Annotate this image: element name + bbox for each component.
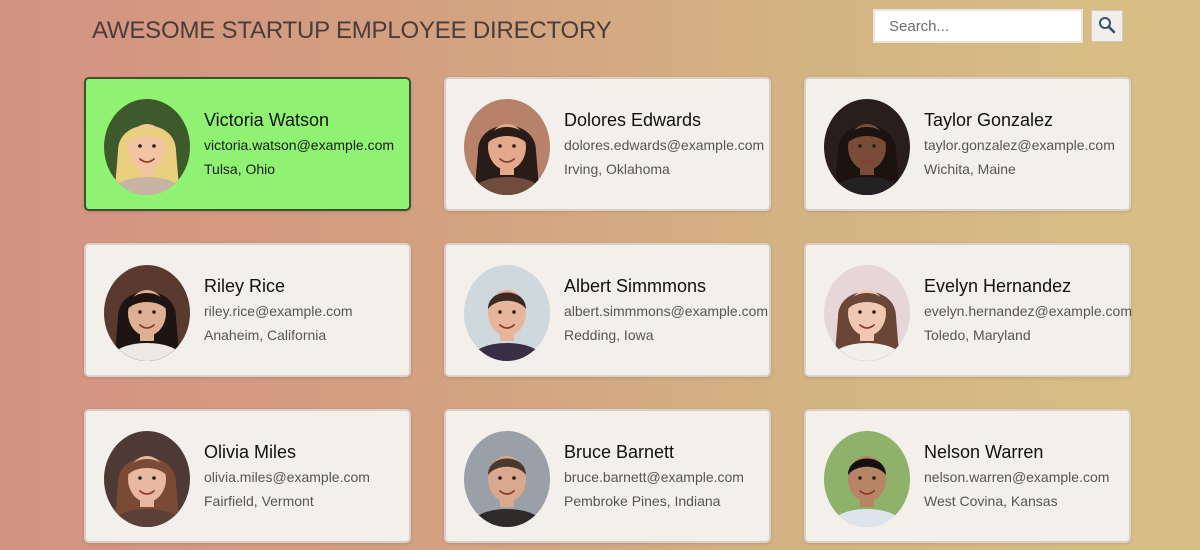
employee-name: Albert Simmmons	[564, 276, 707, 296]
employee-info: Dolores Edwards dolores.edwards@example.…	[564, 109, 765, 178]
employee-card[interactable]: Olivia Miles olivia.miles@example.com Fa…	[84, 409, 411, 543]
employee-name: Evelyn Hernandez	[924, 276, 1072, 296]
employee-info: Bruce Barnett bruce.barnett@example.com …	[564, 441, 765, 510]
employee-email: dolores.edwards@example.com	[564, 137, 765, 153]
employee-card[interactable]: Albert Simmmons albert.simmmons@example.…	[444, 243, 771, 377]
avatar	[104, 431, 190, 527]
employee-card[interactable]: Evelyn Hernandez evelyn.hernandez@exampl…	[804, 243, 1132, 377]
employee-email: evelyn.hernandez@example.com	[924, 303, 1132, 319]
avatar	[824, 431, 910, 527]
employee-location: West Covina, Kansas	[924, 493, 1058, 509]
employee-location: Pembroke Pines, Indiana	[564, 493, 721, 509]
avatar	[824, 265, 910, 361]
employee-card[interactable]: Dolores Edwards dolores.edwards@example.…	[444, 77, 771, 211]
search-button[interactable]	[1091, 10, 1123, 42]
employee-card[interactable]: Taylor Gonzalez taylor.gonzalez@example.…	[804, 77, 1131, 211]
employee-email: albert.simmmons@example.com	[564, 303, 769, 319]
search-input[interactable]	[873, 9, 1083, 43]
employee-location: Fairfield, Vermont	[204, 493, 314, 509]
employee-info: Olivia Miles olivia.miles@example.com Fa…	[204, 441, 405, 510]
employee-card[interactable]: Riley Rice riley.rice@example.com Anahei…	[84, 243, 411, 377]
employee-name: Nelson Warren	[924, 442, 1044, 462]
employee-email: bruce.barnett@example.com	[564, 469, 744, 485]
avatar	[464, 431, 550, 527]
employee-info: Riley Rice riley.rice@example.com Anahei…	[204, 275, 405, 344]
employee-location: Irving, Oklahoma	[564, 161, 670, 177]
employee-email: nelson.warren@example.com	[924, 469, 1110, 485]
employee-info: Evelyn Hernandez evelyn.hernandez@exampl…	[924, 275, 1132, 344]
employee-name: Olivia Miles	[204, 442, 297, 462]
employee-email: victoria.watson@example.com	[204, 137, 395, 153]
employee-name: Dolores Edwards	[564, 110, 702, 130]
employee-name: Riley Rice	[204, 276, 286, 296]
employee-grid: Victoria Watson victoria.watson@example.…	[84, 77, 1132, 543]
avatar	[104, 99, 190, 195]
employee-email: taylor.gonzalez@example.com	[924, 137, 1115, 153]
employee-location: Toledo, Maryland	[924, 327, 1031, 343]
search-bar	[873, 9, 1123, 43]
employee-card[interactable]: Bruce Barnett bruce.barnett@example.com …	[444, 409, 771, 543]
employee-location: Anaheim, California	[204, 327, 327, 343]
employee-location: Tulsa, Ohio	[204, 161, 276, 177]
employee-name: Taylor Gonzalez	[924, 110, 1054, 130]
page-title: AWESOME STARTUP EMPLOYEE DIRECTORY	[92, 17, 612, 44]
employee-card[interactable]: Victoria Watson victoria.watson@example.…	[84, 77, 411, 211]
employee-email: olivia.miles@example.com	[204, 469, 370, 485]
employee-email: riley.rice@example.com	[204, 303, 353, 319]
employee-card[interactable]: Nelson Warren nelson.warren@example.com …	[804, 409, 1131, 543]
employee-info: Taylor Gonzalez taylor.gonzalez@example.…	[924, 109, 1125, 178]
search-icon	[1098, 16, 1116, 37]
avatar	[824, 99, 910, 195]
employee-info: Nelson Warren nelson.warren@example.com …	[924, 441, 1125, 510]
employee-info: Victoria Watson victoria.watson@example.…	[204, 109, 405, 178]
employee-name: Victoria Watson	[204, 110, 330, 130]
avatar	[104, 265, 190, 361]
employee-name: Bruce Barnett	[564, 442, 675, 462]
employee-location: Redding, Iowa	[564, 327, 654, 343]
employee-info: Albert Simmmons albert.simmmons@example.…	[564, 275, 769, 344]
avatar	[464, 265, 550, 361]
avatar	[464, 99, 550, 195]
employee-location: Wichita, Maine	[924, 161, 1016, 177]
